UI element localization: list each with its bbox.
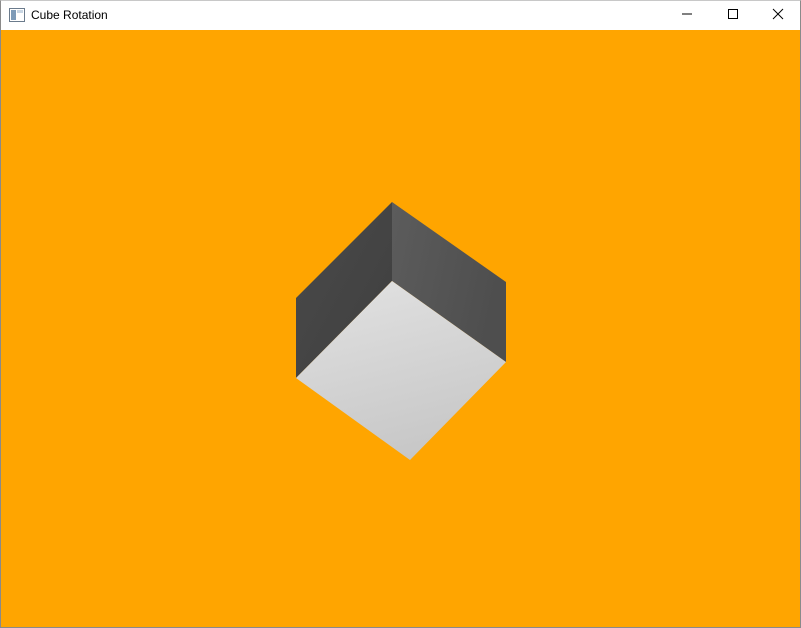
render-viewport[interactable] (1, 30, 800, 627)
close-button[interactable] (755, 1, 800, 30)
title-bar[interactable]: Cube Rotation (1, 1, 800, 30)
app-window-icon (9, 8, 25, 22)
scene-canvas (1, 30, 800, 627)
maximize-icon (727, 7, 739, 25)
minimize-button[interactable] (664, 1, 710, 30)
close-icon (772, 7, 784, 25)
maximize-button[interactable] (710, 1, 756, 30)
minimize-icon (681, 7, 693, 25)
window-title: Cube Rotation (31, 8, 108, 22)
app-window: Cube Rotation (0, 0, 801, 628)
